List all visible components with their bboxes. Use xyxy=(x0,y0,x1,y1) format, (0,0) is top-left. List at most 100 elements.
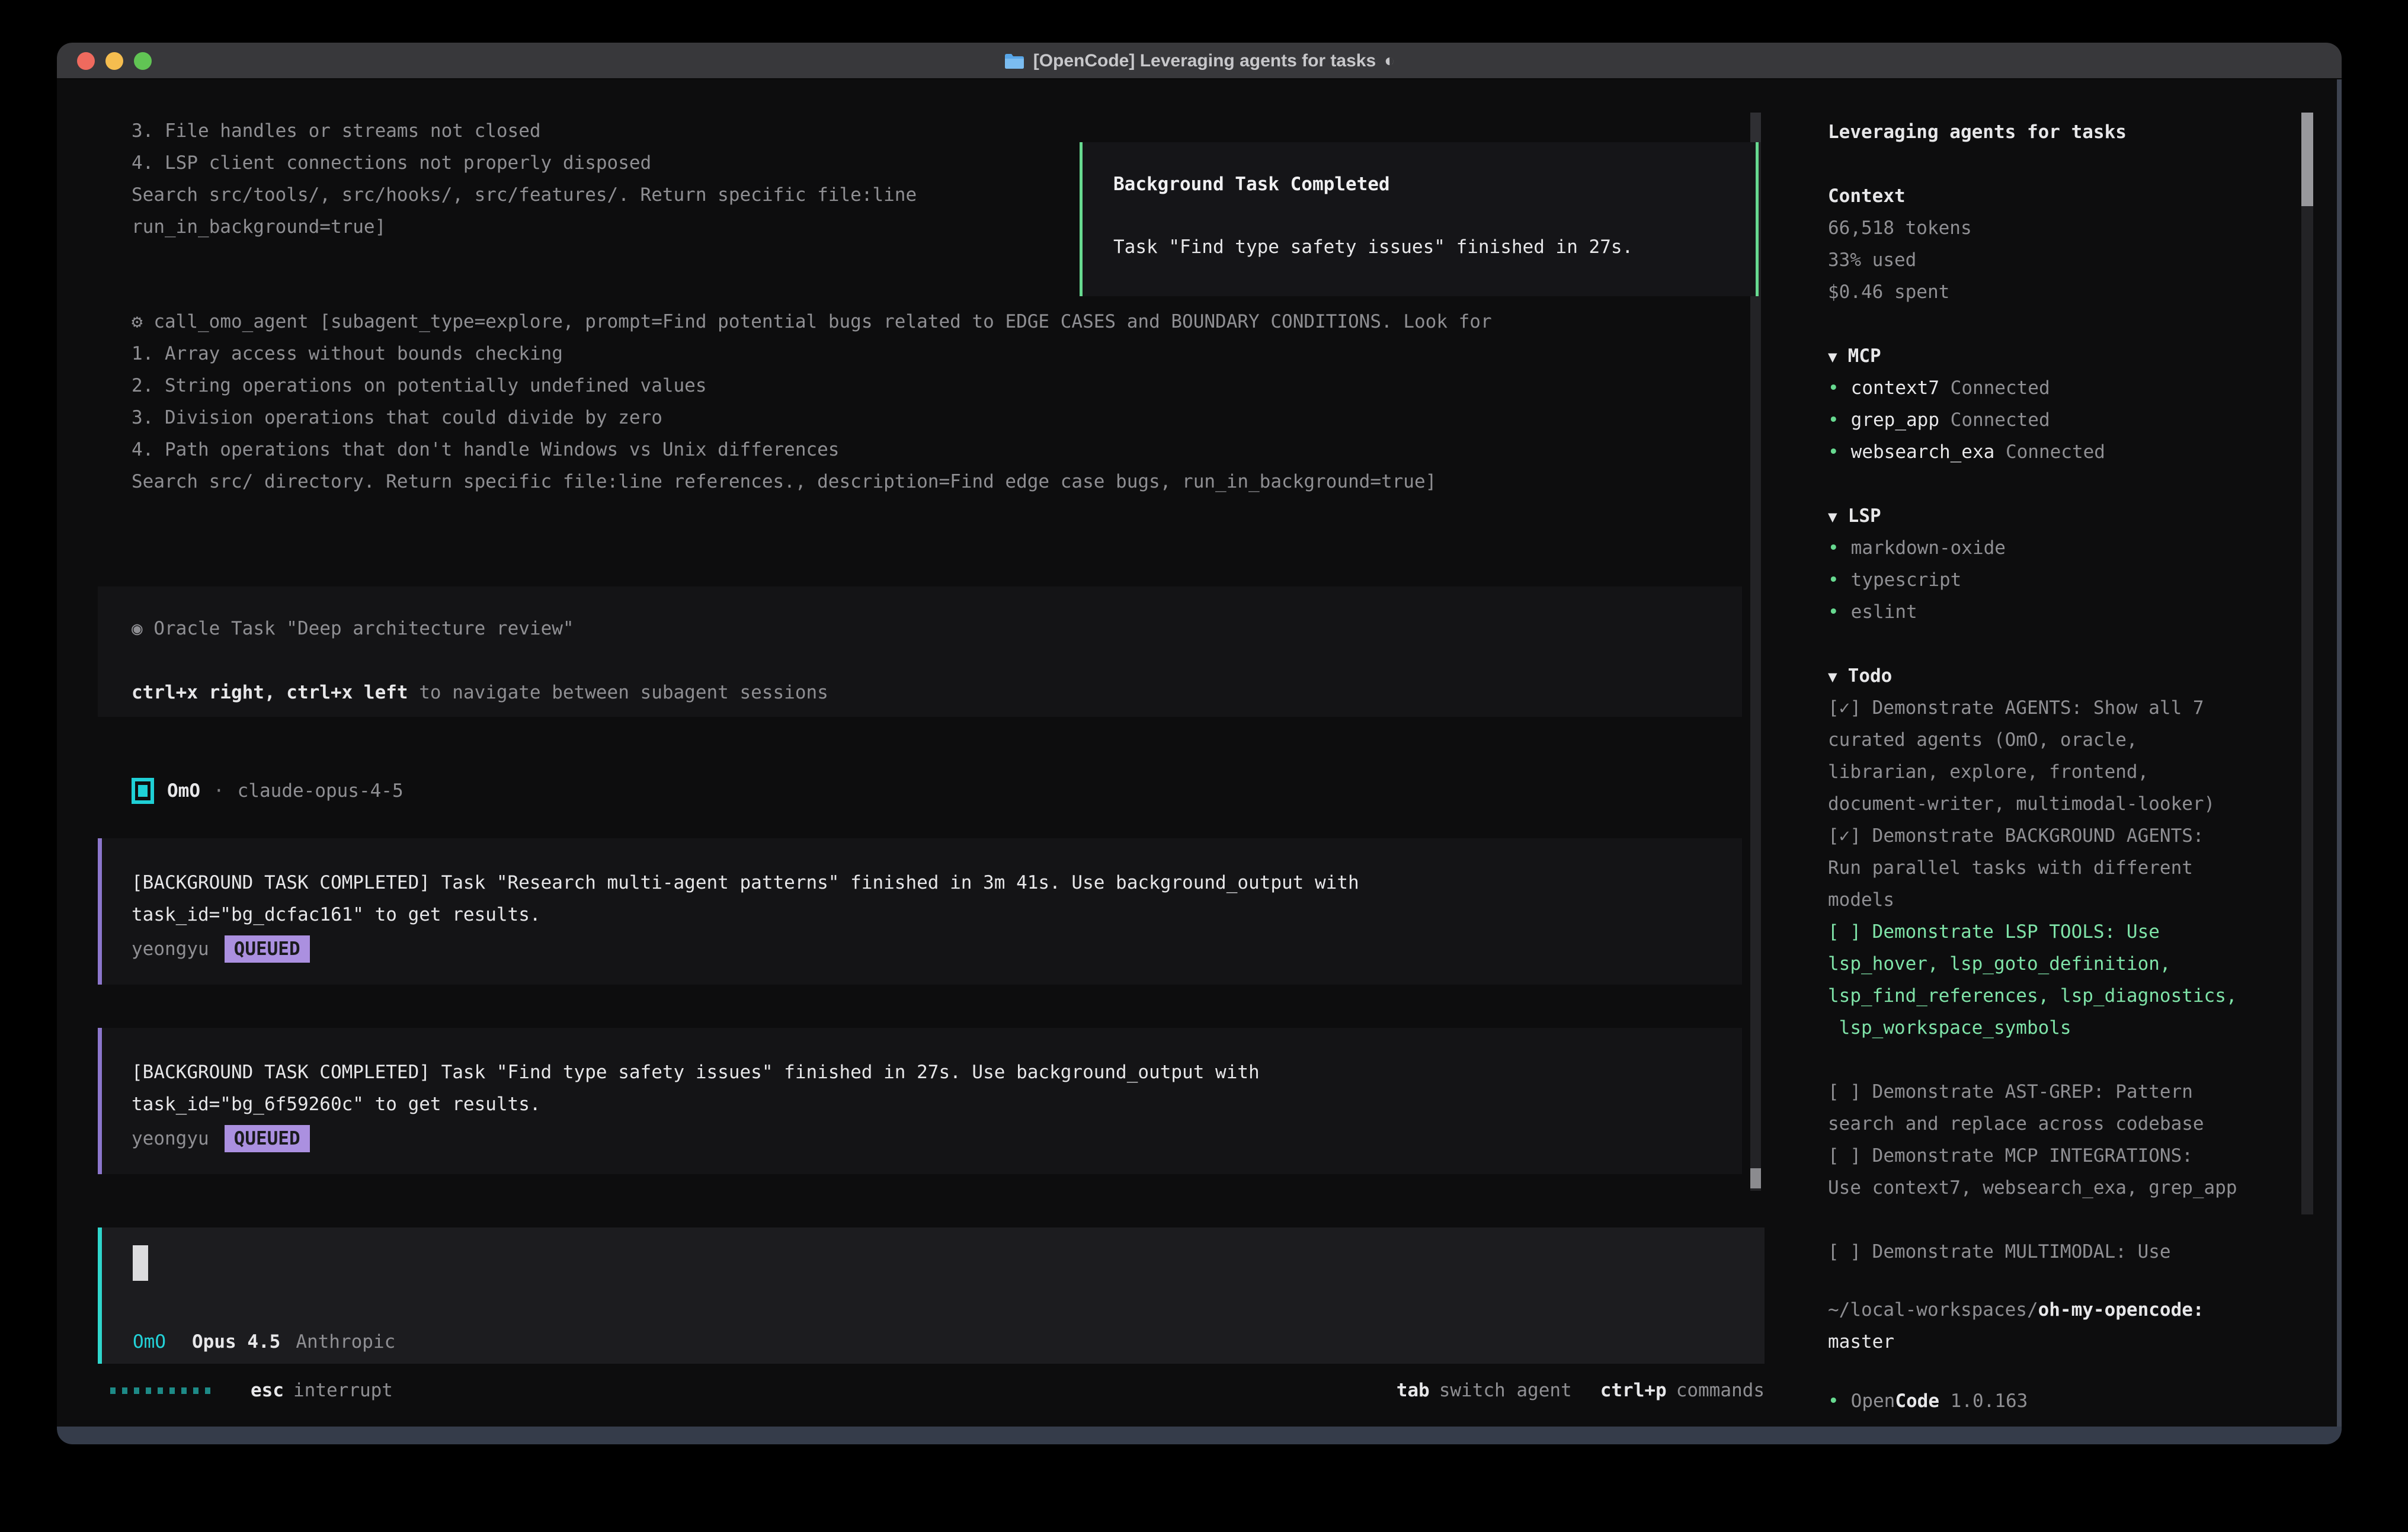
todo-line: document-writer, multimodal-looker) xyxy=(1828,788,2215,820)
esc-key-hint: esc xyxy=(251,1374,284,1406)
message-author: yeongyu xyxy=(132,933,209,965)
todo-line: [ ] Demonstrate AST-GREP: Pattern xyxy=(1828,1076,2193,1108)
todo-line: Use context7, websearch_exa, grep_app xyxy=(1828,1172,2237,1204)
workspace-branch: master xyxy=(1828,1326,1894,1358)
message-meta: yeongyu QUEUED xyxy=(132,933,310,965)
provider-label: Anthropic xyxy=(296,1326,395,1358)
todo-line: curated agents (OmO, oracle, xyxy=(1828,724,2138,756)
prompt-input[interactable]: OmO Opus 4.5 Anthropic xyxy=(98,1227,1765,1364)
message-line: task_id="bg_dcfac161" to get results. xyxy=(132,899,541,931)
todo-line-active: lsp_find_references, lsp_diagnostics, xyxy=(1828,980,2237,1012)
separator-dot: · xyxy=(213,775,225,807)
spinner-dots-icon xyxy=(110,1374,210,1406)
todo-line-active: lsp_hover, lsp_goto_definition, xyxy=(1828,948,2171,980)
message-panel: [BACKGROUND TASK COMPLETED] Task "Find t… xyxy=(98,1028,1742,1174)
chevron-down-icon: ▼ xyxy=(1828,508,1837,526)
message-line: task_id="bg_6f59260c" to get results. xyxy=(132,1088,541,1120)
todo-line: [ ] Demonstrate MULTIMODAL: Use xyxy=(1828,1236,2171,1268)
todo-line: models xyxy=(1828,884,1894,916)
context-used: 33% used xyxy=(1828,244,1916,276)
message-author: yeongyu xyxy=(132,1123,209,1155)
active-agent-label[interactable]: OmO xyxy=(133,1326,166,1358)
ctrlp-key-hint: ctrl+p xyxy=(1600,1374,1667,1406)
bullet-icon: • xyxy=(1828,377,1839,399)
message-meta: yeongyu QUEUED xyxy=(132,1123,310,1155)
ctrlp-action-hint: commands xyxy=(1676,1374,1765,1406)
oracle-icon: ◉ xyxy=(132,618,143,639)
toast-body: Task "Find type safety issues" finished … xyxy=(1113,231,1633,263)
mcp-section-header[interactable]: ▼MCP xyxy=(1828,340,1881,373)
hint-keys: ctrl+x right, ctrl+x left xyxy=(132,682,408,703)
tool-call-line: 3. Division operations that could divide… xyxy=(132,402,1492,434)
tool-call-line: Search src/ directory. Return specific f… xyxy=(132,466,1492,498)
bullet-icon: • xyxy=(1828,537,1839,559)
agent-name: OmO xyxy=(167,775,200,807)
bullet-icon: • xyxy=(1828,601,1839,623)
message-line: [BACKGROUND TASK COMPLETED] Task "Resear… xyxy=(132,867,1359,899)
lsp-item: •eslint xyxy=(1828,596,1917,628)
queued-status-badge: QUEUED xyxy=(225,935,310,963)
todo-line: Run parallel tasks with different xyxy=(1828,852,2193,884)
lsp-section-header[interactable]: ▼LSP xyxy=(1828,500,1881,533)
text-cursor xyxy=(133,1245,148,1281)
oracle-hint: ctrl+x right, ctrl+x left to navigate be… xyxy=(132,677,828,709)
terminal-line: 4. LSP client connections not properly d… xyxy=(132,147,917,179)
todo-line: librarian, explore, frontend, xyxy=(1828,756,2148,788)
context-tokens: 66,518 tokens xyxy=(1828,212,1972,244)
agent-checkbox-icon xyxy=(132,778,154,804)
terminal-line: 3. File handles or streams not closed xyxy=(132,115,917,147)
main-scrollbar-top-segment xyxy=(1750,113,1761,142)
tool-call-line: 4. Path operations that don't handle Win… xyxy=(132,434,1492,466)
bullet-icon: • xyxy=(1828,1390,1839,1412)
oracle-task-panel: ◉ Oracle Task "Deep architecture review"… xyxy=(98,586,1742,717)
message-panel: [BACKGROUND TASK COMPLETED] Task "Resear… xyxy=(98,838,1742,985)
context-spent: $0.46 spent xyxy=(1828,276,1949,308)
window-right-edge xyxy=(2337,79,2342,1444)
chevron-down-icon: ▼ xyxy=(1828,348,1837,366)
context-heading: Context xyxy=(1828,180,1906,212)
todo-line: search and replace across codebase xyxy=(1828,1108,2204,1140)
titlebar: [OpenCode] Leveraging agents for tasks ◐ xyxy=(57,43,2342,79)
tool-call-header: ⚙ call_omo_agent [subagent_type=explore,… xyxy=(132,306,1492,338)
todo-line: [✓] Demonstrate AGENTS: Show all 7 xyxy=(1828,692,2204,724)
queued-status-badge: QUEUED xyxy=(225,1125,310,1152)
opencode-terminal-window: [OpenCode] Leveraging agents for tasks ◐… xyxy=(57,43,2342,1444)
window-title-area: [OpenCode] Leveraging agents for tasks ◐ xyxy=(57,43,2342,79)
bullet-icon: • xyxy=(1828,569,1839,591)
terminal-scrollback: 3. File handles or streams not closed 4.… xyxy=(132,115,917,243)
sidebar-scrollbar[interactable] xyxy=(2301,113,2313,1214)
session-state-icon: ◐ xyxy=(1384,51,1395,71)
status-bar: esc interrupt tab switch agent ctrl+p co… xyxy=(110,1374,1765,1406)
sidebar-scrollbar-thumb[interactable] xyxy=(2301,113,2313,206)
todo-section-header[interactable]: ▼Todo xyxy=(1828,660,1892,693)
terminal-line: Search src/tools/, src/hooks/, src/featu… xyxy=(132,179,917,211)
todo-line: [✓] Demonstrate BACKGROUND AGENTS: xyxy=(1828,820,2204,852)
agent-model: claude-opus-4-5 xyxy=(238,775,404,807)
tool-call-line: 2. String operations on potentially unde… xyxy=(132,370,1492,402)
window-bottom-edge xyxy=(57,1427,2342,1444)
toast-title: Background Task Completed xyxy=(1113,168,1390,200)
version-line: •OpenCode 1.0.163 xyxy=(1828,1385,2028,1417)
oracle-task-title: ◉ Oracle Task "Deep architecture review" xyxy=(132,613,574,645)
active-model-label[interactable]: Opus 4.5 xyxy=(192,1326,280,1358)
gear-icon: ⚙ xyxy=(132,311,143,332)
bullet-icon: • xyxy=(1828,441,1839,463)
mcp-item: •context7 Connected xyxy=(1828,372,2050,404)
chevron-down-icon: ▼ xyxy=(1828,668,1837,686)
mcp-item: •websearch_exa Connected xyxy=(1828,436,2105,468)
tool-call-block: ⚙ call_omo_agent [subagent_type=explore,… xyxy=(132,306,1492,498)
esc-action-hint: interrupt xyxy=(293,1374,393,1406)
tab-action-hint: switch agent xyxy=(1439,1374,1572,1406)
todo-line: [ ] Demonstrate MCP INTEGRATIONS: xyxy=(1828,1140,2193,1172)
window-title: [OpenCode] Leveraging agents for tasks xyxy=(1033,51,1376,71)
message-line: [BACKGROUND TASK COMPLETED] Task "Find t… xyxy=(132,1056,1260,1088)
tab-key-hint: tab xyxy=(1397,1374,1430,1406)
main-scrollbar-thumb[interactable] xyxy=(1750,1168,1761,1188)
bullet-icon: • xyxy=(1828,409,1839,431)
todo-line-active: [ ] Demonstrate LSP TOOLS: Use xyxy=(1828,916,2160,948)
hint-text: to navigate between subagent sessions xyxy=(408,682,828,703)
input-footer: OmO Opus 4.5 Anthropic xyxy=(133,1326,395,1358)
workspace-path: ~/local-workspaces/oh-my-opencode: xyxy=(1828,1294,2204,1326)
agent-session-header[interactable]: OmO · claude-opus-4-5 xyxy=(132,775,404,807)
todo-line-active: lsp_workspace_symbols xyxy=(1828,1012,2071,1044)
